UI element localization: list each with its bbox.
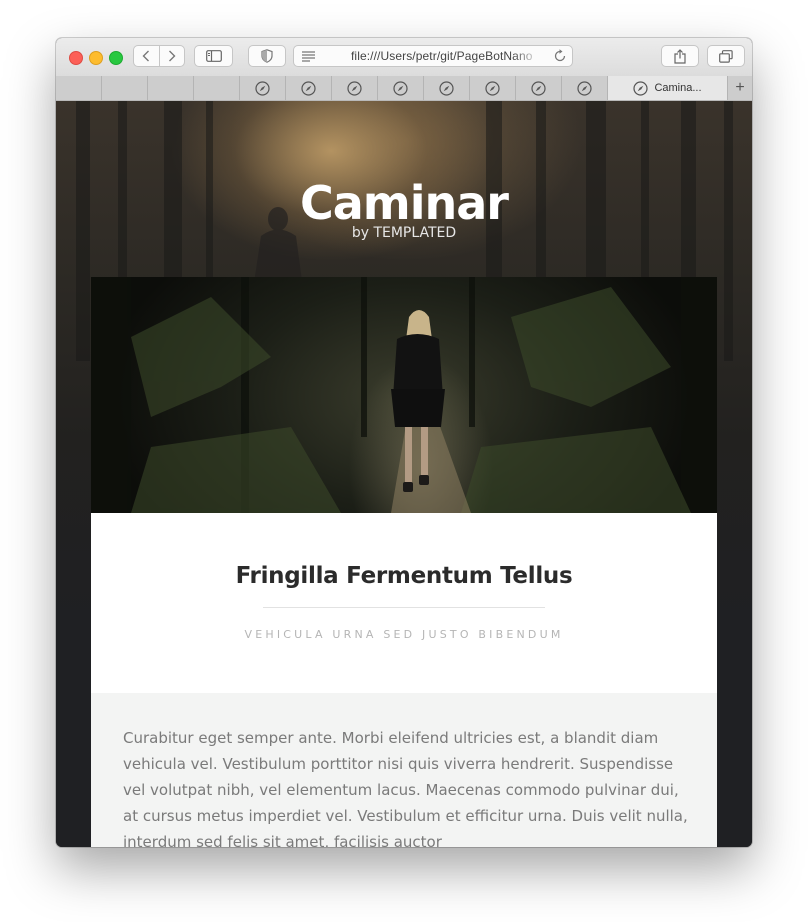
tab-blank-2[interactable]: [102, 76, 148, 100]
article-card: Fringilla Fermentum Tellus VEHICULA URNA…: [91, 277, 717, 847]
article-body-panel: Curabitur eget semper ante. Morbi eleife…: [91, 693, 717, 847]
compass-icon: [485, 80, 500, 96]
chevron-left-icon: [142, 50, 150, 62]
article-photo: [91, 277, 717, 513]
minimize-window-button[interactable]: [89, 51, 103, 65]
browser-toolbar: file:///Users/petr/git/PageBotNano: [56, 38, 752, 77]
web-page: Caminar by TEMPLATED Fringilla Fermentum…: [56, 101, 752, 847]
compass-icon: [633, 80, 649, 96]
compass-icon: [347, 80, 362, 96]
tab-compass-3[interactable]: [332, 76, 378, 100]
close-window-button[interactable]: [69, 51, 83, 65]
zoom-window-button[interactable]: [109, 51, 123, 65]
tab-bar: Camina... +: [56, 76, 752, 101]
sidebar-toggle-button[interactable]: [194, 45, 233, 67]
forward-button[interactable]: [160, 46, 185, 66]
reader-lines-icon[interactable]: [302, 51, 316, 62]
privacy-report-button[interactable]: [248, 45, 286, 67]
active-tab-title: Camina...: [654, 82, 702, 94]
compass-icon: [577, 80, 592, 96]
site-brand: Caminar by TEMPLATED: [56, 175, 752, 241]
share-button[interactable]: [661, 45, 699, 67]
compass-icon: [439, 80, 454, 96]
compass-icon: [301, 80, 316, 96]
tab-compass-8[interactable]: [562, 76, 608, 100]
tab-blank-3[interactable]: [148, 76, 194, 100]
tab-compass-1[interactable]: [240, 76, 286, 100]
woman-walking-forest-image: [91, 277, 717, 513]
tabs-overview-icon: [719, 49, 733, 63]
tab-compass-4[interactable]: [378, 76, 424, 100]
compass-icon: [531, 80, 546, 96]
share-icon: [674, 48, 686, 64]
article-header: Fringilla Fermentum Tellus VEHICULA URNA…: [91, 513, 717, 693]
site-title[interactable]: Caminar: [56, 175, 752, 231]
tab-blank-4[interactable]: [194, 76, 240, 100]
compass-icon: [393, 80, 408, 96]
tab-compass-2[interactable]: [286, 76, 332, 100]
sidebar-icon: [205, 50, 222, 62]
chevron-right-icon: [168, 50, 176, 62]
site-subtitle: by TEMPLATED: [351, 225, 457, 241]
reload-icon[interactable]: [553, 49, 567, 63]
url-text[interactable]: file:///Users/petr/git/PageBotNano: [351, 49, 541, 63]
tab-active-caminar[interactable]: Camina...: [608, 76, 728, 100]
article-body-text: Curabitur eget semper ante. Morbi eleife…: [123, 729, 688, 847]
address-bar[interactable]: file:///Users/petr/git/PageBotNano: [293, 45, 573, 67]
tab-blank-1[interactable]: [56, 76, 102, 100]
tab-overview-button[interactable]: [707, 45, 745, 67]
history-navigation: [133, 45, 185, 67]
article-heading: Fringilla Fermentum Tellus: [235, 563, 573, 589]
article-subheading: VEHICULA URNA SED JUSTO BIBENDUM: [244, 628, 564, 641]
back-button[interactable]: [134, 46, 160, 66]
tab-compass-7[interactable]: [516, 76, 562, 100]
tab-compass-5[interactable]: [424, 76, 470, 100]
heading-divider: [263, 607, 545, 608]
new-tab-button[interactable]: +: [728, 76, 752, 100]
browser-window: file:///Users/petr/git/PageBotNano Camin…: [56, 38, 752, 847]
shield-icon: [261, 49, 273, 63]
compass-icon: [255, 80, 270, 96]
tab-compass-6[interactable]: [470, 76, 516, 100]
